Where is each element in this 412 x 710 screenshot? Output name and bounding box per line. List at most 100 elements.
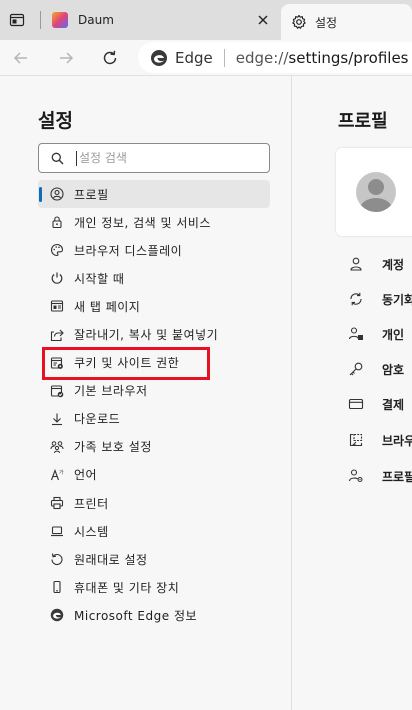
profile-option-row[interactable]: 계정 [348,254,404,274]
profile-settings-icon [348,468,364,484]
sidebar-item[interactable]: 잘라내기, 복사 및 붙여넣기 [38,320,270,348]
reset-icon [50,552,64,566]
sidebar-item[interactable]: 휴대폰 및 기타 장치 [38,573,270,601]
profile-option-label: 브라우 [382,433,412,448]
arrow-left-icon [13,52,27,64]
sidebar-item[interactable]: 개인 정보, 검색 및 서비스 [38,208,270,236]
share-icon [50,328,64,342]
sidebar-item-label: 프로필 [74,187,109,202]
sidebar-item-label: 개인 정보, 검색 및 서비스 [74,215,211,230]
key-icon [348,361,364,377]
url-path: settings/profiles [288,48,409,67]
person-icon [348,256,364,272]
url-text: edge://settings/profiles [236,49,409,67]
sidebar-item-label: 쿠키 및 사이트 권한 [74,356,180,371]
tab-daum[interactable]: Daum [44,4,278,36]
sidebar-item-label: 시작할 때 [74,271,125,286]
settings-nav-list: 프로필개인 정보, 검색 및 서비스브라우저 디스플레이시작할 때새 탭 페이지… [38,180,270,630]
printer-icon [50,496,64,510]
import-icon [348,432,364,448]
download-icon [50,412,64,426]
tab-actions-menu-button[interactable] [6,9,28,31]
forward-button[interactable] [53,46,79,70]
new-tab-icon [50,299,64,313]
url-scheme: edge:// [235,48,289,67]
tab-title: Daum [78,13,114,27]
profile-option-row[interactable]: 브라우 [348,430,412,450]
edge-logo-icon [50,608,64,622]
sidebar-item[interactable]: 프린터 [38,489,270,517]
sidebar-item[interactable]: 쿠키 및 사이트 권한 [38,349,270,377]
address-bar[interactable]: Edge edge://settings/profiles [138,42,412,73]
daum-favicon-icon [52,12,68,28]
site-permissions-icon [50,356,64,370]
svg-text:가: 가 [59,469,64,476]
sidebar-item[interactable]: 시스템 [38,517,270,545]
sidebar-item-label: 잘라내기, 복사 및 붙여넣기 [74,328,219,343]
search-icon [51,152,64,164]
settings-search-input[interactable] [76,150,246,166]
profile-card [336,148,412,236]
address-divider [223,48,225,67]
refresh-icon [103,50,117,65]
profile-icon [50,187,64,201]
page-title: 프로필 [338,111,388,132]
phone-icon [50,580,64,594]
sidebar-item[interactable]: 원래대로 설정 [38,545,270,573]
sidebar-item-label: 새 탭 페이지 [74,299,141,314]
card-icon [348,396,364,412]
family-icon [50,440,64,454]
language-icon: 가 [50,468,64,482]
sidebar-item-label: 시스템 [74,524,109,539]
sidebar-item[interactable]: 가 언어 [38,461,270,489]
sidebar-title: 설정 [38,110,73,132]
sidebar-item[interactable]: 다운로드 [38,405,270,433]
sidebar-item-label: 프린터 [74,496,109,511]
tab-bar: Daum 설정 [0,0,412,40]
sidebar-item[interactable]: 프로필 [38,180,270,209]
sidebar-item[interactable]: 새 탭 페이지 [38,292,270,320]
sidebar-item[interactable]: 시작할 때 [38,264,270,292]
profile-option-row[interactable]: 결제 [348,394,404,414]
sidebar-item[interactable]: 브라우저 디스플레이 [38,236,270,264]
profile-option-label: 암호 [382,362,405,377]
settings-sidebar: 설정 프로필개인 정보, 검색 및 서비스브라우저 디스플레이시작할 때새 탭 … [0,76,292,710]
default-browser-icon [50,384,64,398]
profile-option-label: 결제 [382,397,405,412]
profile-option-label: 계정 [382,257,405,272]
profile-option-row[interactable]: 프로필 [348,466,412,486]
tab-divider [40,11,41,29]
profile-option-row[interactable]: 암호 [348,359,404,379]
palette-icon [50,243,64,257]
sidebar-item-label: Microsoft Edge 정보 [74,608,198,623]
sidebar-item-label: 브라우저 디스플레이 [74,243,183,258]
sidebar-item[interactable]: 가족 보호 설정 [38,433,270,461]
personal-info-icon [348,326,364,342]
settings-search-box[interactable] [38,143,270,173]
refresh-button[interactable] [97,46,123,70]
edge-logo-icon [151,49,167,66]
browser-toolbar: Edge edge://settings/profiles [0,40,412,76]
sync-icon [348,291,364,307]
tab-title: 설정 [315,15,338,30]
laptop-icon [50,524,64,538]
site-badge-label: Edge [175,48,213,67]
profile-option-label: 프로필 [382,469,412,484]
avatar [356,172,396,212]
sidebar-item[interactable]: Microsoft Edge 정보 [38,601,270,629]
profile-option-row[interactable]: 개인 [348,324,404,344]
sidebar-item[interactable]: 기본 브라우저 [38,377,270,405]
profile-option-label: 동기화 [382,292,412,307]
sidebar-item-label: 휴대폰 및 기타 장치 [74,580,180,595]
sidebar-item-label: 다운로드 [74,412,121,427]
close-tab-button[interactable] [254,11,272,29]
lock-icon [50,215,64,229]
back-button[interactable] [8,46,34,70]
profile-option-label: 개인 [382,327,405,342]
power-icon [50,271,64,285]
settings-content: 프로필 계정 동기화 개인 암호 결제 브라우 프로필 [293,76,412,710]
tab-settings[interactable]: 설정 [281,4,412,40]
sidebar-item-label: 기본 브라우저 [74,384,148,399]
profile-option-row[interactable]: 동기화 [348,289,412,309]
tab-actions-icon [9,13,25,27]
